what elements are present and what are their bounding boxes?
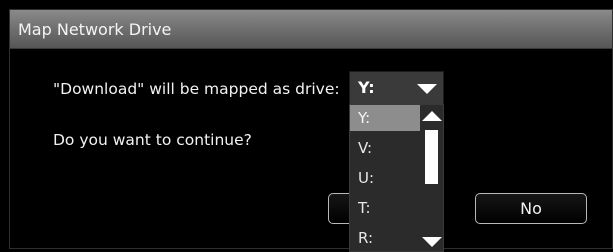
drive-option-label: U: bbox=[358, 169, 375, 187]
mapping-message: "Download" will be mapped as drive: bbox=[53, 80, 340, 98]
drive-letter-list: Y: V: U: T: R: bbox=[349, 104, 444, 252]
no-button[interactable]: No bbox=[475, 193, 587, 224]
no-button-label: No bbox=[520, 199, 542, 218]
drive-option-label: V: bbox=[358, 139, 373, 157]
drive-option-u[interactable]: U: bbox=[350, 165, 422, 191]
drive-option-label: T: bbox=[358, 199, 371, 217]
drive-letter-select[interactable]: Y: bbox=[349, 71, 444, 106]
list-scrollbar[interactable] bbox=[420, 105, 443, 251]
dialog-title: Map Network Drive bbox=[18, 20, 172, 39]
drive-option-r[interactable]: R: bbox=[350, 225, 422, 251]
drive-letter-selected: Y: bbox=[358, 78, 375, 97]
chevron-down-icon bbox=[417, 84, 437, 94]
drive-option-v[interactable]: V: bbox=[350, 135, 422, 161]
map-network-drive-dialog: Map Network Drive "Download" will be map… bbox=[9, 9, 613, 249]
continue-question: Do you want to continue? bbox=[53, 131, 252, 149]
scrollbar-thumb[interactable] bbox=[425, 130, 438, 184]
drive-option-label: Y: bbox=[358, 109, 371, 127]
scroll-up-icon[interactable] bbox=[422, 111, 442, 121]
drive-option-y[interactable]: Y: bbox=[350, 105, 422, 131]
scroll-down-icon[interactable] bbox=[422, 237, 442, 247]
drive-option-label: R: bbox=[358, 229, 374, 247]
dialog-titlebar: Map Network Drive bbox=[10, 10, 612, 49]
drive-option-t[interactable]: T: bbox=[350, 195, 422, 221]
